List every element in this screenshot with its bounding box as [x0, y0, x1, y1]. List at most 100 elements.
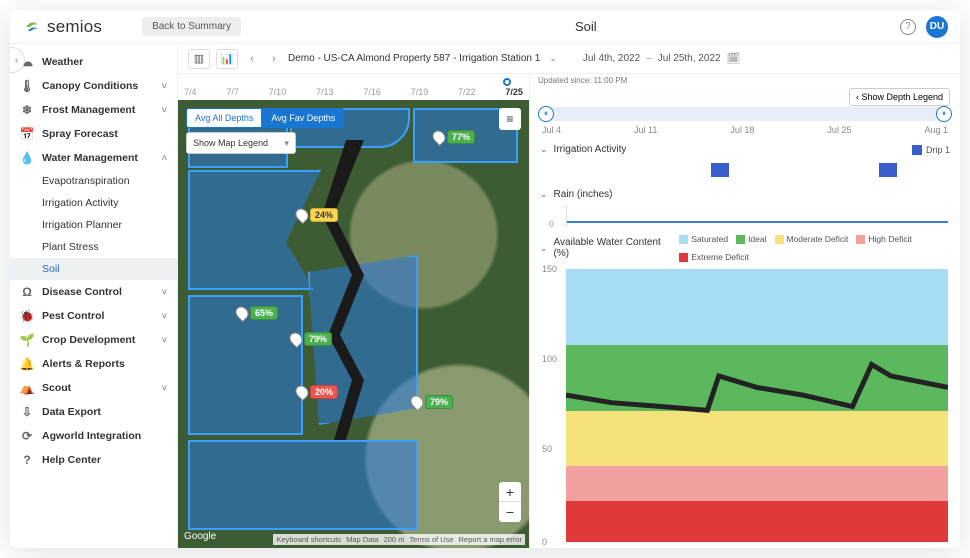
- sidebar-item-help-center[interactable]: ?Help Center: [10, 448, 177, 472]
- date-to[interactable]: Jul 25th, 2022: [658, 53, 721, 64]
- sidebar-item-weather[interactable]: ☁Weather: [10, 50, 177, 74]
- awc-ytick: 50: [542, 444, 552, 454]
- app-header: semios Back to Summary Soil ? DU: [10, 10, 960, 44]
- chevron-down-icon: ˅: [162, 105, 167, 115]
- sidebar-subitem-evapotranspiration[interactable]: Evapotranspiration: [10, 170, 177, 192]
- chevron-down-icon: ⌄: [540, 144, 548, 155]
- sidebar-subitem-irrigation-planner[interactable]: Irrigation Planner: [10, 214, 177, 236]
- property-chevron-icon[interactable]: ⌄: [549, 53, 557, 64]
- moisture-pct: 77%: [447, 130, 475, 144]
- charts-panel: Updated since: 11:00 PM ‹ Show Depth Leg…: [530, 74, 960, 548]
- moisture-pin[interactable]: 79%: [411, 395, 453, 409]
- moisture-pct: 79%: [304, 332, 332, 346]
- chart-view-icon[interactable]: 📊: [216, 49, 238, 69]
- nav-icon: 🔔: [20, 357, 34, 371]
- axis-tick: Jul 25: [827, 125, 851, 135]
- sidebar-subitem-irrigation-activity[interactable]: Irrigation Activity: [10, 192, 177, 214]
- show-depth-legend-button[interactable]: ‹ Show Depth Legend: [849, 88, 950, 106]
- irrigation-title: Irrigation Activity: [554, 144, 627, 155]
- brand-logo: semios: [22, 17, 102, 37]
- map-legend-select[interactable]: Show Map Legend: [186, 132, 296, 154]
- nav-icon: ⟳: [20, 429, 34, 443]
- drop-icon: [287, 330, 305, 348]
- drip1-label: Drip 1: [926, 145, 950, 155]
- avg-fav-depths-tab[interactable]: Avg Fav Depths: [262, 108, 344, 128]
- sidebar-item-agworld-integration[interactable]: ⟳ Agworld Integration: [10, 424, 177, 448]
- legend-swatch: [775, 235, 784, 244]
- nav-label: Disease Control: [42, 286, 122, 298]
- irrigation-event[interactable]: [711, 163, 729, 177]
- sidebar-item-alerts-reports[interactable]: 🔔Alerts & Reports: [10, 352, 177, 376]
- drop-icon: [293, 383, 311, 401]
- sidebar-subitem-plant-stress[interactable]: Plant Stress: [10, 236, 177, 258]
- awc-legend-item: High Deficit: [856, 234, 911, 244]
- sidebar-item-spray-forecast[interactable]: 📅Spray Forecast: [10, 122, 177, 146]
- legend-swatch: [856, 235, 865, 244]
- map-menu-icon[interactable]: ≡: [499, 108, 521, 130]
- back-to-summary-button[interactable]: Back to Summary: [142, 17, 241, 36]
- ruler-tick: 7/25: [505, 87, 523, 97]
- sidebar-item-pest-control[interactable]: 🐞Pest Control˅: [10, 304, 177, 328]
- next-property-button[interactable]: ›: [266, 49, 282, 69]
- moisture-pin[interactable]: 20%: [296, 385, 338, 399]
- sidebar-item-data-export[interactable]: ⇩Data Export: [10, 400, 177, 424]
- irrigation-event[interactable]: [879, 163, 897, 177]
- awc-ytick: 100: [542, 354, 557, 364]
- moisture-pin[interactable]: 24%: [296, 208, 338, 222]
- nav-icon: ❄: [20, 103, 34, 117]
- prev-property-button[interactable]: ‹: [244, 49, 260, 69]
- ruler-current-marker[interactable]: [503, 78, 511, 86]
- moisture-pin[interactable]: 79%: [290, 332, 332, 346]
- map-view-icon[interactable]: ▥: [188, 49, 210, 69]
- slider-handle-right[interactable]: ⏸: [936, 106, 952, 122]
- nav-icon: ?: [20, 453, 34, 467]
- map-footer-link[interactable]: 200 m: [384, 535, 405, 544]
- help-icon[interactable]: ?: [900, 19, 916, 35]
- property-selector[interactable]: Demo - US-CA Almond Property 587 - Irrig…: [288, 53, 540, 64]
- date-from[interactable]: Jul 4th, 2022: [583, 53, 640, 64]
- sidebar-subitem-soil[interactable]: Soil: [10, 258, 177, 280]
- map-footer-link[interactable]: Terms of Use: [409, 535, 453, 544]
- sidebar-item-crop-development[interactable]: 🌱Crop Development˅: [10, 328, 177, 352]
- calendar-icon[interactable]: 🗓: [727, 52, 741, 65]
- sidebar-item-frost-management[interactable]: ❄ Frost Management ˅: [10, 98, 177, 122]
- map-footer-link[interactable]: Keyboard shortcuts: [276, 535, 341, 544]
- nav-label: Agworld Integration: [42, 430, 141, 442]
- awc-section-header[interactable]: ⌄ Available Water Content (%) SaturatedI…: [536, 231, 954, 265]
- drop-icon: [233, 304, 251, 322]
- field-map[interactable]: Avg All Depths Avg Fav Depths Show Map L…: [178, 100, 529, 548]
- moisture-pin[interactable]: 77%: [433, 130, 475, 144]
- field-polygon[interactable]: [188, 440, 418, 530]
- date-separator: –: [646, 53, 652, 64]
- rain-chart: 0: [566, 205, 948, 227]
- rain-section-header[interactable]: ⌄ Rain (inches): [536, 186, 954, 203]
- time-range-slider[interactable]: ⏸ ⏸: [540, 107, 950, 121]
- sidebar-item-scout[interactable]: ⛺Scout˅: [10, 376, 177, 400]
- nav-icon: 🌱: [20, 333, 34, 347]
- irrigation-section-header[interactable]: ⌄ Irrigation Activity Drip 1: [536, 141, 954, 158]
- rain-title: Rain (inches): [554, 189, 613, 200]
- zoom-out-button[interactable]: −: [499, 502, 521, 522]
- map-footer-link[interactable]: Report a map error: [459, 535, 522, 544]
- slider-handle-left[interactable]: ⏸: [538, 106, 554, 122]
- user-avatar[interactable]: DU: [926, 16, 948, 38]
- drop-icon: [408, 393, 426, 411]
- field-polygon[interactable]: [188, 170, 328, 290]
- zoom-in-button[interactable]: +: [499, 482, 521, 502]
- chevron-down-icon: ˅: [162, 311, 167, 321]
- toolbar: ▥ 📊 ‹ › Demo - US-CA Almond Property 587…: [178, 44, 960, 74]
- irrigation-chart: [566, 160, 948, 180]
- nav-label: Frost Management: [42, 104, 135, 116]
- map-footer: Keyboard shortcuts Map Data 200 m Terms of …: [273, 534, 525, 545]
- map-footer-link[interactable]: Map Data: [346, 535, 379, 544]
- drop-icon: [430, 128, 448, 146]
- moisture-pin[interactable]: 65%: [236, 306, 278, 320]
- nav-label: Spray Forecast: [42, 128, 118, 140]
- sidebar-item-canopy-conditions[interactable]: 🌡Canopy Conditions˅: [10, 74, 177, 98]
- time-axis: Jul 4Jul 11Jul 18Jul 25Aug 1: [536, 123, 954, 141]
- avg-all-depths-tab[interactable]: Avg All Depths: [186, 108, 262, 128]
- sidebar-item-disease-control[interactable]: ΩDisease Control˅: [10, 280, 177, 304]
- nav-label: Water Management: [42, 152, 138, 164]
- sidebar-item-water-management[interactable]: 💧Water Management˄: [10, 146, 177, 170]
- chevron-down-icon: ˅: [162, 287, 167, 297]
